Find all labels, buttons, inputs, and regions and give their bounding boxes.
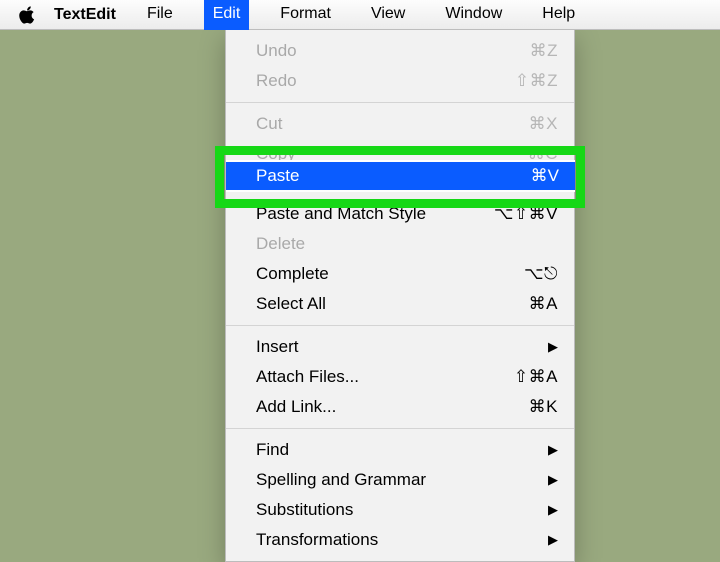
- menu-format[interactable]: Format: [271, 0, 340, 30]
- menu-help[interactable]: Help: [533, 0, 584, 30]
- chevron-right-icon: ▶: [548, 442, 558, 458]
- app-name[interactable]: TextEdit: [54, 6, 116, 24]
- menu-view[interactable]: View: [362, 0, 414, 30]
- chevron-right-icon: ▶: [548, 339, 558, 355]
- edit-dropdown: Undo ⌘Z Redo ⇧⌘Z Cut ⌘X Copy ⌘C Paste Pa…: [225, 30, 575, 562]
- separator: [226, 428, 574, 429]
- menuitem-substitutions[interactable]: Substitutions ▶: [226, 495, 574, 525]
- menuitem-add-link[interactable]: Add Link... ⌘K: [226, 392, 574, 422]
- menuitem-delete: Delete: [226, 229, 574, 259]
- menuitem-select-all[interactable]: Select All ⌘A: [226, 289, 574, 319]
- chevron-right-icon: ▶: [548, 532, 558, 548]
- menuitem-redo: Redo ⇧⌘Z: [226, 66, 574, 96]
- apple-logo-icon[interactable]: [18, 6, 36, 24]
- menu-window[interactable]: Window: [436, 0, 511, 30]
- separator: [226, 102, 574, 103]
- menuitem-attach-files[interactable]: Attach Files... ⇧⌘A: [226, 362, 574, 392]
- menuitem-spelling-grammar[interactable]: Spelling and Grammar ▶: [226, 465, 574, 495]
- menuitem-cut: Cut ⌘X: [226, 109, 574, 139]
- chevron-right-icon: ▶: [548, 502, 558, 518]
- menuitem-complete[interactable]: Complete ⌥⎋: [226, 259, 574, 289]
- menuitem-paste[interactable]: Paste ⌘V: [226, 160, 575, 192]
- menuitem-paste-match-style[interactable]: Paste and Match Style ⌥⇧⌘V: [226, 199, 574, 229]
- menuitem-find[interactable]: Find ▶: [226, 435, 574, 465]
- menu-edit[interactable]: Edit: [204, 0, 250, 30]
- chevron-right-icon: ▶: [548, 472, 558, 488]
- menu-file[interactable]: File: [138, 0, 182, 30]
- menubar: TextEdit File Edit Format View Window He…: [0, 0, 720, 30]
- menuitem-transformations[interactable]: Transformations ▶: [226, 525, 574, 555]
- menuitem-insert[interactable]: Insert ▶: [226, 332, 574, 362]
- menuitem-undo: Undo ⌘Z: [226, 36, 574, 66]
- separator: [226, 325, 574, 326]
